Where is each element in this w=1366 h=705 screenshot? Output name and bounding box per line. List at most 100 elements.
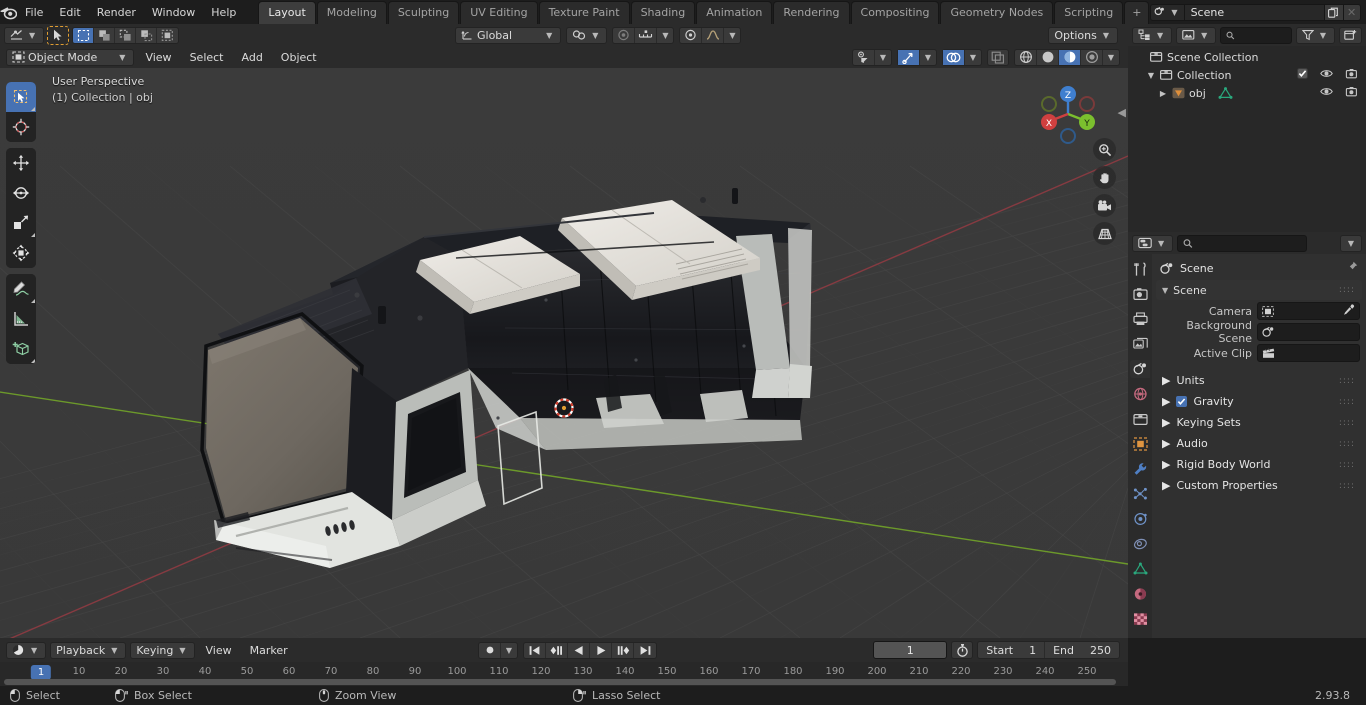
properties-tab-output[interactable] bbox=[1130, 310, 1150, 328]
properties-tab-collection[interactable] bbox=[1130, 410, 1150, 428]
select-difference-button[interactable] bbox=[136, 27, 158, 43]
panel-header-audio[interactable]: ▶ Audio :::: bbox=[1156, 433, 1362, 454]
outliner-editor-type-button[interactable]: ▼ bbox=[1132, 26, 1173, 44]
add-workspace-button[interactable]: + bbox=[1124, 1, 1150, 24]
interaction-mode-dropdown[interactable]: Object Mode ▼ bbox=[6, 48, 135, 66]
play-button[interactable] bbox=[590, 642, 612, 658]
properties-tab-constraints[interactable] bbox=[1130, 535, 1150, 553]
shading-dropdown[interactable]: ▼ bbox=[1103, 50, 1119, 65]
properties-tab-view-layer[interactable] bbox=[1130, 335, 1150, 353]
workspace-tab-sculpting[interactable]: Sculpting bbox=[387, 1, 460, 24]
outliner-row-scene-collection[interactable]: Scene Collection bbox=[1128, 48, 1366, 66]
outliner-row-obj[interactable]: ▶ obj bbox=[1128, 84, 1366, 102]
playhead[interactable]: 1 bbox=[30, 665, 52, 680]
properties-search-box[interactable] bbox=[1177, 234, 1308, 252]
menu-window[interactable]: Window bbox=[144, 3, 203, 22]
editor-type-button[interactable]: ▼ bbox=[4, 26, 45, 44]
timeline-editor-type-button[interactable]: ▼ bbox=[6, 641, 47, 659]
tool-measure[interactable] bbox=[6, 304, 36, 334]
panel-header-units[interactable]: ▶ Units :::: bbox=[1156, 370, 1362, 391]
properties-tab-modifier[interactable] bbox=[1130, 460, 1150, 478]
workspace-tab-uv-editing[interactable]: UV Editing bbox=[460, 1, 538, 24]
blender-logo-icon[interactable] bbox=[0, 0, 17, 24]
scene-new-button[interactable] bbox=[1324, 3, 1344, 21]
outliner-search-box[interactable] bbox=[1220, 26, 1292, 44]
prev-keyframe-button[interactable] bbox=[546, 642, 568, 658]
proportional-edit-toggle[interactable] bbox=[613, 27, 636, 43]
workspace-tab-shading[interactable]: Shading bbox=[630, 1, 696, 24]
properties-search-input[interactable] bbox=[1196, 236, 1302, 250]
camera-render-icon[interactable] bbox=[1345, 86, 1358, 100]
tool-transform[interactable] bbox=[6, 238, 36, 268]
visibility-dropdown[interactable]: ▼ bbox=[875, 50, 891, 65]
shading-wireframe-button[interactable] bbox=[1015, 49, 1037, 65]
tool-tweak-select[interactable] bbox=[6, 82, 36, 112]
properties-tab-texture[interactable] bbox=[1130, 610, 1150, 628]
disclosure-triangle-closed[interactable]: ▶ bbox=[1158, 89, 1168, 98]
camera-icon[interactable] bbox=[1093, 194, 1116, 217]
background-scene-field[interactable] bbox=[1257, 323, 1360, 341]
jump-to-start-button[interactable] bbox=[524, 642, 546, 658]
outliner-search-input[interactable] bbox=[1238, 28, 1286, 42]
select-box-button[interactable] bbox=[73, 27, 95, 43]
properties-tab-tool[interactable] bbox=[1130, 260, 1150, 278]
tool-add-cube[interactable] bbox=[6, 334, 36, 364]
zoom-icon[interactable] bbox=[1093, 138, 1116, 161]
properties-tab-scene[interactable] bbox=[1130, 360, 1150, 378]
collection-checkbox[interactable] bbox=[1297, 68, 1308, 82]
shading-rendered-button[interactable] bbox=[1081, 49, 1103, 65]
timeline-playback-dropdown[interactable]: Playback ▼ bbox=[50, 641, 127, 659]
outliner-new-collection-button[interactable] bbox=[1339, 26, 1362, 44]
gizmo-dropdown[interactable]: ▼ bbox=[920, 50, 936, 65]
outliner-filter-button[interactable]: ▼ bbox=[1295, 26, 1335, 44]
panel-header-keying-sets[interactable]: ▶ Keying Sets :::: bbox=[1156, 412, 1362, 433]
use-preview-range-button[interactable] bbox=[951, 641, 974, 659]
properties-tab-render[interactable] bbox=[1130, 285, 1150, 303]
transform-orientation-dropdown[interactable]: Global ▼ bbox=[455, 26, 562, 44]
timeline-menu-view[interactable]: View bbox=[199, 642, 239, 659]
timeline-keying-dropdown[interactable]: Keying ▼ bbox=[130, 641, 195, 659]
active-clip-field[interactable] bbox=[1257, 344, 1360, 362]
toggle-xray-button[interactable] bbox=[987, 48, 1009, 66]
workspace-tab-layout[interactable]: Layout bbox=[258, 1, 316, 24]
viewport-menu-add[interactable]: Add bbox=[235, 49, 270, 66]
menu-file[interactable]: File bbox=[17, 3, 51, 22]
shading-solid-button[interactable] bbox=[1037, 49, 1059, 65]
properties-tab-physics[interactable] bbox=[1130, 510, 1150, 528]
workspace-tab-geometry-nodes[interactable]: Geometry Nodes bbox=[940, 1, 1054, 24]
outliner-row-collection[interactable]: ▼ Collection bbox=[1128, 66, 1366, 84]
outliner-display-mode-button[interactable]: ▼ bbox=[1176, 26, 1217, 44]
workspace-tab-modeling[interactable]: Modeling bbox=[316, 1, 387, 24]
scene-name-field[interactable]: Scene bbox=[1184, 3, 1325, 21]
shading-material-preview-button[interactable] bbox=[1059, 49, 1081, 65]
properties-editor-type-button[interactable]: ▼ bbox=[1132, 234, 1174, 252]
properties-tab-data[interactable] bbox=[1130, 560, 1150, 578]
eyedropper-icon[interactable] bbox=[1343, 303, 1355, 319]
tool-annotate[interactable] bbox=[6, 274, 36, 304]
workspace-tab-rendering[interactable]: Rendering bbox=[773, 1, 850, 24]
workspace-tab-animation[interactable]: Animation bbox=[696, 1, 773, 24]
play-reverse-button[interactable] bbox=[568, 642, 590, 658]
end-frame-field[interactable]: End 250 bbox=[1044, 642, 1119, 658]
scene-browse-button[interactable]: ▼ bbox=[1150, 3, 1185, 21]
select-subtract-button[interactable] bbox=[115, 27, 137, 43]
snap-dropdown[interactable]: ▼ bbox=[657, 28, 673, 43]
panel-header-gravity[interactable]: ▶ Gravity :::: bbox=[1156, 391, 1362, 412]
tool-cursor[interactable] bbox=[6, 112, 36, 142]
falloff-type-button[interactable] bbox=[702, 27, 725, 43]
select-intersect-button[interactable] bbox=[157, 28, 178, 43]
properties-options-dropdown[interactable]: ▼ bbox=[1340, 234, 1362, 252]
properties-tab-world[interactable] bbox=[1130, 385, 1150, 403]
menu-render[interactable]: Render bbox=[89, 3, 144, 22]
gravity-checkbox[interactable] bbox=[1176, 396, 1188, 407]
properties-tab-particles[interactable] bbox=[1130, 485, 1150, 503]
next-keyframe-button[interactable] bbox=[612, 642, 634, 658]
camera-render-icon[interactable] bbox=[1345, 68, 1358, 82]
tool-scale[interactable] bbox=[6, 208, 36, 238]
eye-icon[interactable] bbox=[1320, 68, 1333, 82]
workspace-tab-texture-paint[interactable]: Texture Paint bbox=[538, 1, 630, 24]
select-extend-button[interactable] bbox=[94, 27, 116, 43]
timeline-menu-marker[interactable]: Marker bbox=[243, 642, 295, 659]
snap-target-dropdown[interactable]: ▼ bbox=[566, 26, 608, 44]
workspace-tab-compositing[interactable]: Compositing bbox=[850, 1, 940, 24]
